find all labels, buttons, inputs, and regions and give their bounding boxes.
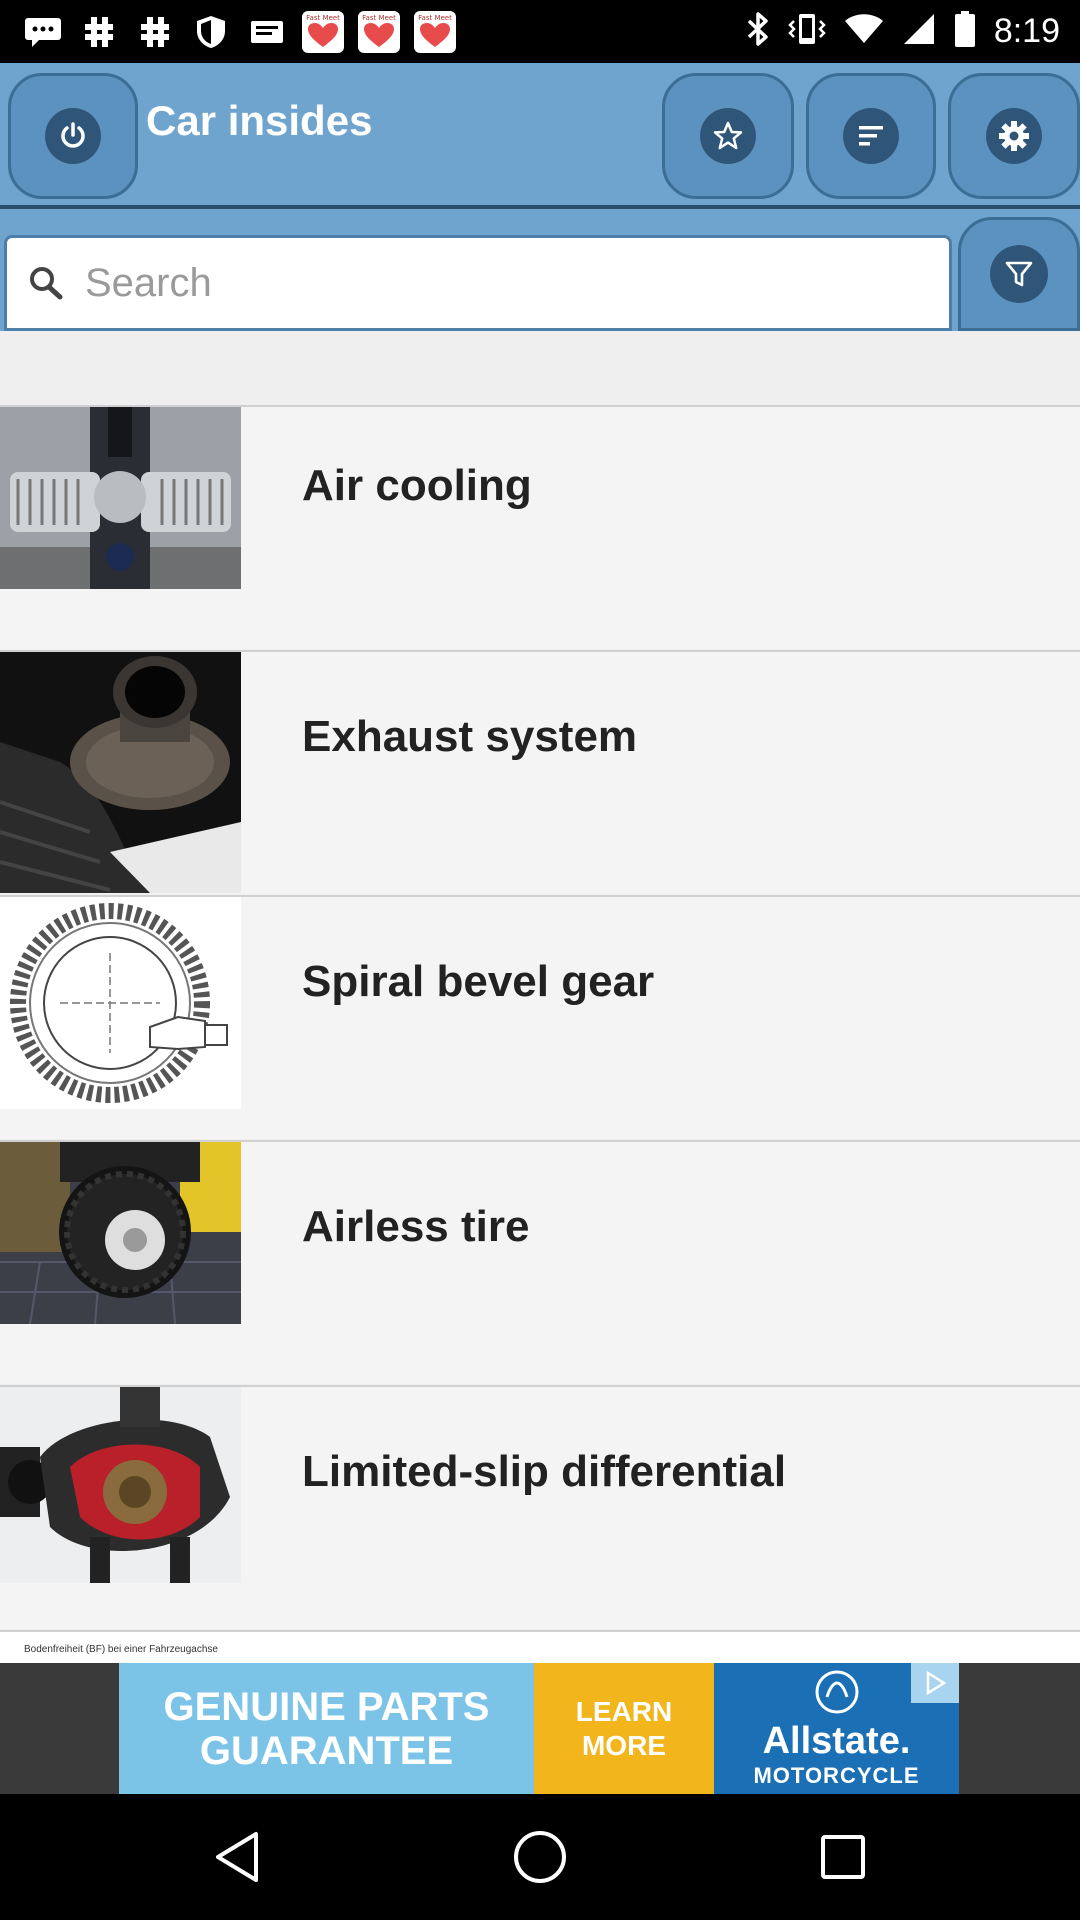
app-header: Car insides [0, 63, 1080, 209]
list-item[interactable]: Limited-slip differential [0, 1385, 1080, 1629]
list-item-label: Spiral bevel gear [302, 957, 655, 1006]
filter-button[interactable] [958, 217, 1080, 331]
engine-photo [0, 407, 241, 589]
favorites-button[interactable] [662, 73, 794, 199]
gear-icon [986, 108, 1042, 164]
back-icon[interactable] [204, 1824, 270, 1890]
list-item[interactable]: Air cooling [0, 405, 1080, 649]
list-item-label: Exhaust system [302, 712, 638, 761]
hashtag-icon [134, 11, 176, 53]
ad-headline: GENUINE PARTS GUARANTEE [119, 1663, 534, 1794]
fast-meet-app-icon: Fast Meet [358, 10, 400, 53]
power-button[interactable] [8, 73, 138, 199]
app-tile-label: Fast Meet [418, 13, 452, 22]
list-item[interactable]: Exhaust system [0, 650, 1080, 894]
battery-icon [954, 10, 976, 53]
signal-icon [902, 12, 936, 51]
ad-cta-line1: LEARN [575, 1695, 673, 1727]
bluetooth-icon [746, 11, 770, 52]
fast-meet-app-icon: Fast Meet [414, 10, 456, 53]
wifi-icon [844, 13, 884, 50]
vibrate-icon [788, 12, 826, 51]
shield-icon [190, 11, 232, 53]
sort-button[interactable] [806, 73, 936, 199]
differential-photo [0, 1387, 241, 1583]
parts-list: Air cooling Exhaust system Spiral bevel … [0, 331, 1080, 1663]
settings-button[interactable] [948, 73, 1080, 199]
ad-brand-block: Allstate. MOTORCYCLE [714, 1663, 959, 1794]
list-item-label: Air cooling [302, 461, 532, 510]
ad-brand-sub: MOTORCYCLE [753, 1762, 920, 1788]
forklift-tire-photo [0, 1142, 241, 1324]
app-tile-label: Fast Meet [306, 13, 340, 22]
recents-icon[interactable] [810, 1824, 876, 1890]
ad-brand: Allstate. [762, 1719, 911, 1762]
status-time: 8:19 [993, 12, 1060, 50]
fast-meet-app-icon: Fast Meet [302, 10, 344, 53]
ad-headline-line2: GUARANTEE [199, 1728, 454, 1773]
navigation-bar [0, 1794, 1080, 1920]
star-icon [700, 108, 756, 164]
search-input[interactable] [85, 260, 885, 306]
ad-banner[interactable]: GENUINE PARTS GUARANTEE LEARN MORE Allst… [0, 1663, 1080, 1794]
hashtag-icon [78, 11, 120, 53]
ad-content[interactable]: GENUINE PARTS GUARANTEE LEARN MORE Allst… [119, 1663, 959, 1794]
home-icon[interactable] [507, 1824, 573, 1890]
app-tile-label: Fast Meet [362, 13, 396, 22]
filter-icon [990, 245, 1048, 303]
search-icon [27, 264, 65, 302]
ad-choices-icon[interactable] [911, 1663, 959, 1703]
message-icon [22, 11, 64, 53]
ad-cta-line2: MORE [581, 1729, 666, 1761]
page-title: Car insides [146, 97, 373, 144]
sort-icon [843, 108, 899, 164]
list-item[interactable]: Airless tire [0, 1140, 1080, 1384]
slides-icon [246, 11, 288, 53]
ad-cta-button[interactable]: LEARN MORE [534, 1663, 714, 1794]
exhaust-photo [0, 652, 241, 893]
list-item-label: Limited-slip differential [302, 1447, 787, 1496]
power-icon [45, 108, 101, 164]
list-item-caption: Bodenfreiheit (BF) bei einer Fahrzeugach… [24, 1644, 218, 1655]
allstate-hands-icon [814, 1669, 860, 1720]
search-box[interactable] [4, 235, 952, 331]
list-item[interactable]: Spiral bevel gear [0, 895, 1080, 1139]
status-bar: Fast Meet Fast Meet Fast Meet 8:19 [0, 0, 1080, 63]
bevel-gear-drawing [0, 897, 241, 1109]
search-bar [0, 209, 1080, 331]
ad-headline-line1: GENUINE PARTS [163, 1684, 490, 1729]
list-item-label: Airless tire [302, 1202, 530, 1251]
